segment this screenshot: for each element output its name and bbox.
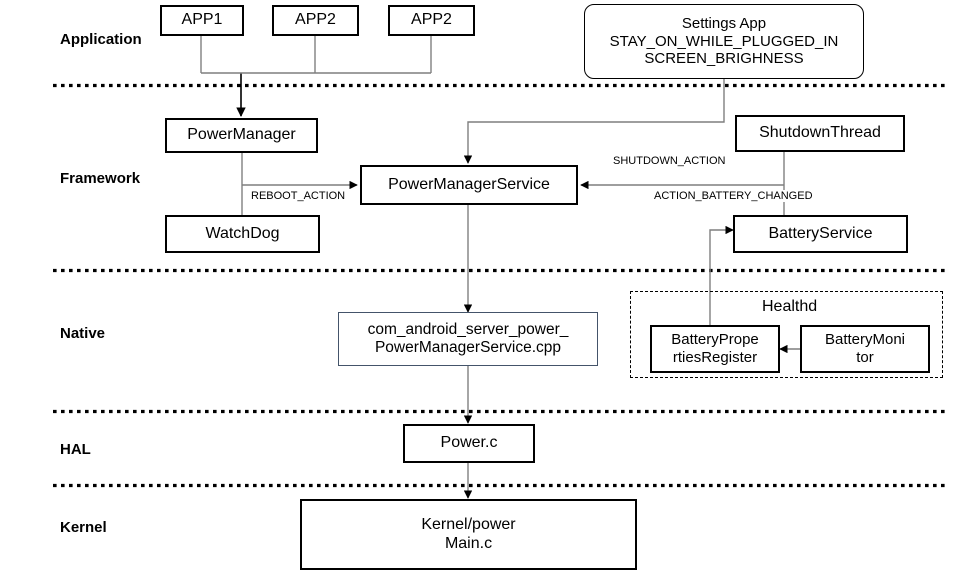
node-app1-label: APP1 xyxy=(181,11,223,29)
node-power-c[interactable]: Power.c xyxy=(403,424,535,463)
node-settings-app-flag-stay-on: STAY_ON_WHILE_PLUGGED_IN xyxy=(609,32,839,50)
edge-apps-to-powermanager xyxy=(200,35,432,117)
node-watchdog-label: WatchDog xyxy=(205,224,280,242)
node-shutdown-thread[interactable]: ShutdownThread xyxy=(735,115,905,152)
node-power-c-label: Power.c xyxy=(440,434,498,452)
node-app2-b-label: APP2 xyxy=(411,11,452,29)
architecture-diagram: Application Framework Native HAL Kernel … xyxy=(0,0,960,580)
group-healthd-title: Healthd xyxy=(762,298,818,315)
edge-label-reboot-action: REBOOT_ACTION xyxy=(249,190,348,202)
edge-label-shutdown-action: SHUTDOWN_ACTION xyxy=(611,155,728,167)
node-kernel-power-line1: Kernel/power xyxy=(421,515,516,533)
node-native-jni[interactable]: com_android_server_power_ PowerManagerSe… xyxy=(338,312,598,366)
node-native-jni-line2: PowerManagerService.cpp xyxy=(374,339,562,356)
node-settings-app[interactable]: Settings App STAY_ON_WHILE_PLUGGED_IN SC… xyxy=(584,4,864,79)
node-settings-app-title: Settings App xyxy=(681,14,767,32)
edge-powermanager-watchdog-service xyxy=(241,152,358,215)
edge-label-action-battery-changed: ACTION_BATTERY_CHANGED xyxy=(652,190,815,202)
node-shutdown-thread-label: ShutdownThread xyxy=(759,124,881,142)
node-power-manager[interactable]: PowerManager xyxy=(165,118,318,153)
node-battery-monitor-line2: tor xyxy=(856,349,874,366)
layer-label-native: Native xyxy=(60,325,106,342)
node-app2-b[interactable]: APP2 xyxy=(388,5,475,36)
node-app2-a[interactable]: APP2 xyxy=(272,5,359,36)
node-native-jni-line1: com_android_server_power_ xyxy=(367,320,569,338)
layer-label-kernel: Kernel xyxy=(60,519,107,536)
node-power-manager-service[interactable]: PowerManagerService xyxy=(360,165,578,205)
node-battery-properties-register[interactable]: BatteryPrope rtiesRegister xyxy=(650,325,780,373)
node-watchdog[interactable]: WatchDog xyxy=(165,215,320,253)
edge-settings-to-powermanagerservice xyxy=(463,78,725,164)
node-battery-monitor[interactable]: BatteryMoni tor xyxy=(800,325,930,373)
node-app1[interactable]: APP1 xyxy=(160,5,244,36)
node-kernel-power-line2: Main.c xyxy=(444,534,493,552)
node-kernel-power[interactable]: Kernel/power Main.c xyxy=(300,499,637,570)
node-settings-app-flag-brightness: SCREEN_BRIGHNESS xyxy=(644,50,804,68)
layer-label-framework: Framework xyxy=(60,170,141,187)
connector-layer xyxy=(53,35,945,499)
node-battery-monitor-line1: BatteryMoni xyxy=(824,331,906,349)
node-battery-properties-register-line2: rtiesRegister xyxy=(672,349,758,366)
node-battery-service-label: BatteryService xyxy=(768,224,873,242)
layer-label-application: Application xyxy=(60,31,142,48)
node-battery-service[interactable]: BatteryService xyxy=(733,215,908,253)
layer-label-hal: HAL xyxy=(60,441,91,458)
node-app2-a-label: APP2 xyxy=(295,11,336,29)
node-power-manager-label: PowerManager xyxy=(187,126,296,144)
node-battery-properties-register-line1: BatteryPrope xyxy=(671,331,759,349)
node-power-manager-service-label: PowerManagerService xyxy=(388,175,550,193)
